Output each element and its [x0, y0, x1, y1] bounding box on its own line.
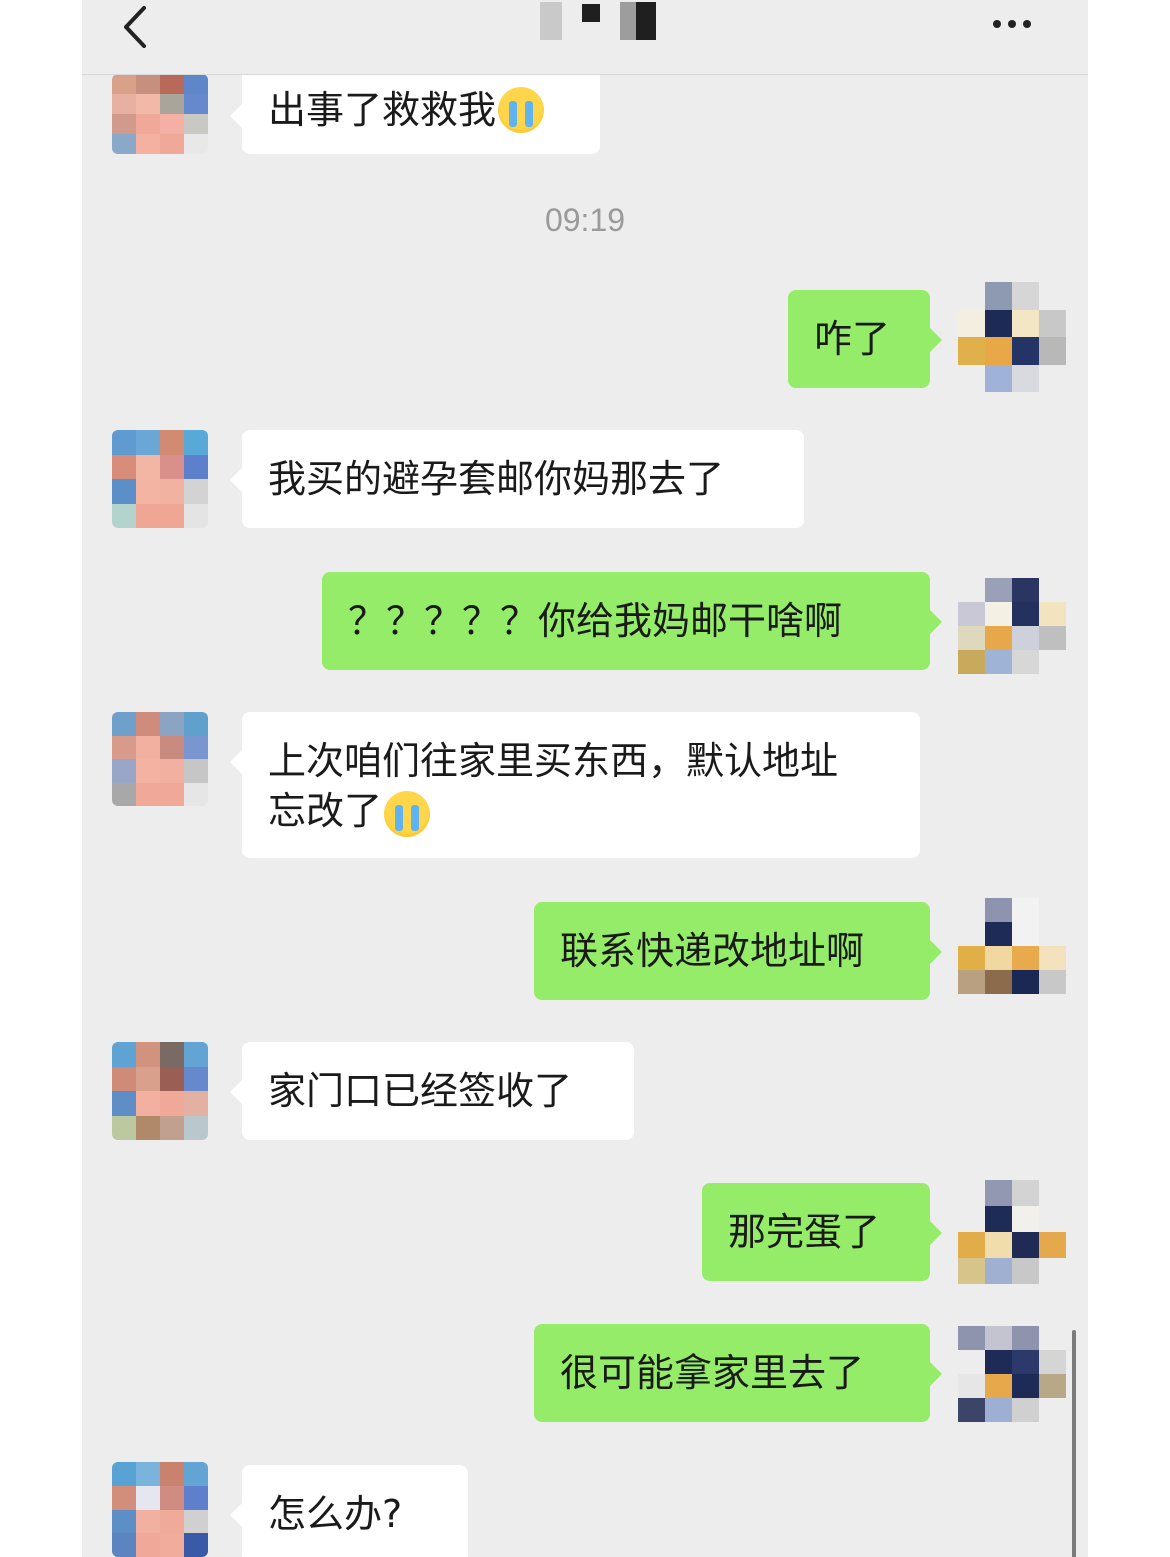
more-dots-icon	[993, 20, 1001, 28]
contact-avatar[interactable]	[112, 74, 208, 154]
my-avatar[interactable]	[958, 578, 1066, 674]
message-text: 出事了救救我	[268, 88, 497, 132]
message-text-line-1: 上次咱们往家里买东西，默认地址	[268, 739, 839, 783]
message-bubble-outgoing[interactable]: 联系快递改地址啊	[534, 902, 942, 1000]
message-text: 那完蛋了	[728, 1210, 881, 1254]
message-bubble-outgoing[interactable]: 那完蛋了	[702, 1183, 942, 1281]
chat-header: ■ ▪ ■	[82, 0, 1088, 75]
message-text: 很可能拿家里去了	[560, 1351, 865, 1395]
chat-window: ■ ▪ ■ 出事了救救我 09:19 咋了 我买	[82, 0, 1088, 1557]
chat-scrollbar[interactable]	[1072, 1330, 1076, 1557]
message-text-line-2-wrap: 忘改了	[268, 786, 431, 837]
message-text: 家门口已经签收了	[268, 1069, 573, 1113]
message-text: ？？？？？你给我妈邮干啥啊	[348, 599, 843, 643]
timestamp: 09:19	[544, 202, 626, 238]
message-bubble-incoming[interactable]: 怎么办?	[230, 1465, 468, 1557]
back-button[interactable]	[116, 4, 156, 50]
message-text-line-2: 忘改了	[268, 789, 383, 833]
chevron-left-icon	[124, 6, 146, 48]
crying-face-emoji	[384, 790, 431, 837]
my-avatar[interactable]	[958, 1326, 1066, 1422]
message-bubble-outgoing[interactable]: ？？？？？你给我妈邮干啥啊	[322, 572, 942, 670]
contact-avatar[interactable]	[112, 1042, 208, 1140]
message-text: 联系快递改地址啊	[560, 929, 865, 973]
contact-avatar[interactable]	[112, 712, 208, 806]
message-bubble-incoming[interactable]: 家门口已经签收了	[230, 1042, 634, 1140]
message-bubble-incoming[interactable]: 我买的避孕套邮你妈那去了	[230, 430, 804, 528]
chat-title: ■ ▪ ■	[522, 0, 662, 48]
my-avatar[interactable]	[958, 282, 1066, 392]
message-bubble-incoming[interactable]: 上次咱们往家里买东西，默认地址 忘改了	[230, 712, 920, 858]
message-bubble-incoming[interactable]: 出事了救救我	[230, 66, 600, 154]
message-bubble-outgoing[interactable]: 咋了	[788, 290, 942, 388]
my-avatar[interactable]	[958, 1180, 1066, 1284]
message-text: 咋了	[814, 317, 891, 361]
contact-avatar[interactable]	[112, 1462, 208, 1557]
message-text: 我买的避孕套邮你妈那去了	[268, 457, 725, 501]
message-text: 怎么办?	[268, 1492, 403, 1536]
message-bubble-outgoing[interactable]: 很可能拿家里去了	[534, 1324, 942, 1422]
more-options-button[interactable]	[988, 12, 1036, 36]
my-avatar[interactable]	[958, 898, 1066, 994]
crying-face-emoji	[498, 87, 545, 133]
contact-avatar[interactable]	[112, 430, 208, 528]
